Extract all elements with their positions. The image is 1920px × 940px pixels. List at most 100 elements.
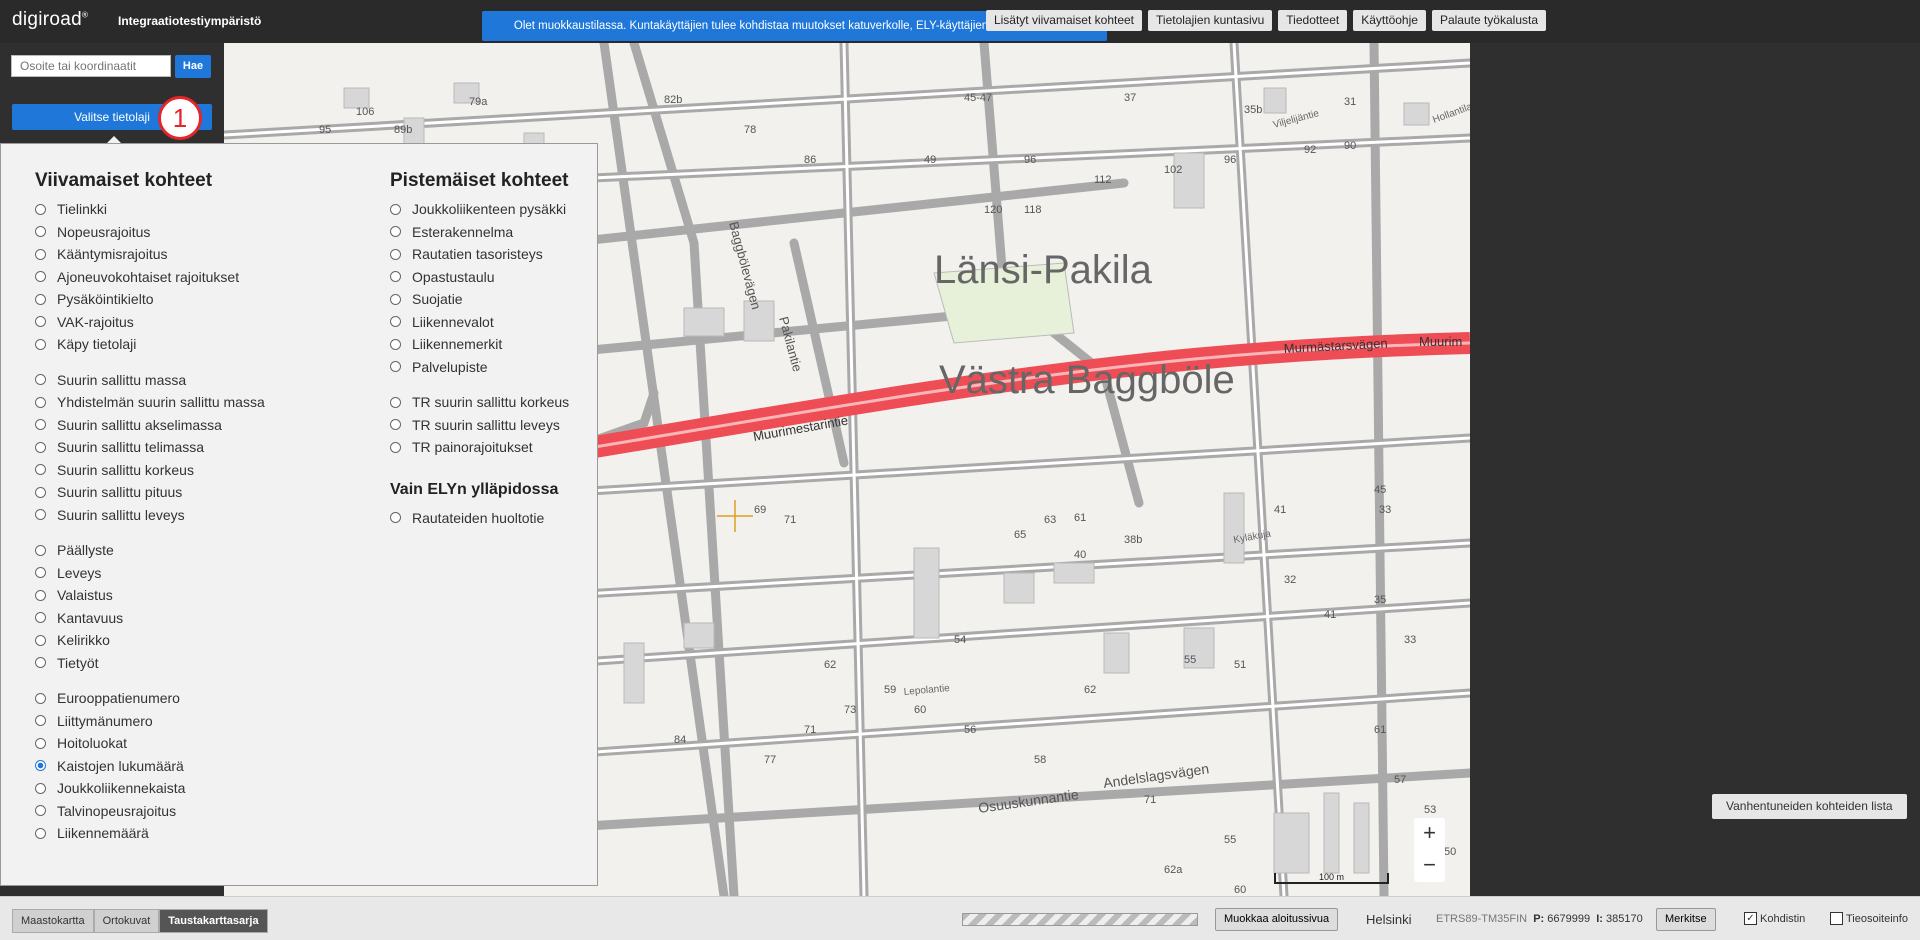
layer-option[interactable]: Hoitoluokat: [35, 732, 265, 755]
layer-option[interactable]: Valaistus: [35, 584, 265, 607]
radio-button[interactable]: [35, 737, 46, 749]
user-guide-button[interactable]: Käyttöohje: [1353, 10, 1426, 31]
layer-option[interactable]: Yhdistelmän suurin sallittu massa: [35, 391, 265, 414]
layer-option[interactable]: Eurooppatienumero: [35, 687, 265, 710]
layer-option[interactable]: Ajoneuvokohtaiset rajoitukset: [35, 266, 265, 289]
layer-option[interactable]: Liittymänumero: [35, 710, 265, 733]
loading-progress-bar: [962, 913, 1198, 926]
tab-taustakarttasarja[interactable]: Taustakarttasarja: [159, 909, 268, 933]
layer-option[interactable]: TR painorajoitukset: [390, 436, 569, 459]
radio-button[interactable]: [35, 589, 46, 601]
cursor-checkbox[interactable]: ✓: [1744, 912, 1757, 925]
layer-option[interactable]: Nopeusrajoitus: [35, 221, 265, 244]
radio-button[interactable]: [35, 419, 46, 431]
added-linear-features-button[interactable]: Lisätyt viivamaiset kohteet: [985, 10, 1143, 31]
layer-option[interactable]: Opastustaulu: [390, 266, 569, 289]
layer-option[interactable]: Joukkoliikenteen pysäkki: [390, 198, 569, 221]
radio-button[interactable]: [35, 396, 46, 408]
radio-button[interactable]: [390, 419, 401, 431]
radio-button[interactable]: [390, 441, 401, 453]
radio-button[interactable]: [35, 441, 46, 453]
layer-option[interactable]: Liikennemäärä: [35, 822, 265, 845]
layer-option[interactable]: Liikennemerkit: [390, 333, 569, 356]
radio-button[interactable]: [390, 338, 401, 350]
layer-option[interactable]: Suurin sallittu akselimassa: [35, 414, 265, 437]
zoom-in-button[interactable]: +: [1414, 818, 1445, 850]
layer-option[interactable]: Esterakennelma: [390, 221, 569, 244]
radio-button[interactable]: [35, 293, 46, 305]
layer-option[interactable]: Tielinkki: [35, 198, 265, 221]
mark-button[interactable]: Merkitse: [1656, 908, 1716, 931]
radio-button[interactable]: [390, 203, 401, 215]
layer-option[interactable]: Suurin sallittu massa: [35, 369, 265, 392]
layer-option[interactable]: Liikennevalot: [390, 311, 569, 334]
layer-option[interactable]: Kantavuus: [35, 607, 265, 630]
zoom-out-button[interactable]: −: [1414, 850, 1445, 882]
radio-button[interactable]: [35, 657, 46, 669]
layer-option[interactable]: Tietyöt: [35, 652, 265, 675]
radio-button[interactable]: [35, 203, 46, 215]
radio-button[interactable]: [390, 316, 401, 328]
radio-button[interactable]: [35, 634, 46, 646]
layer-option[interactable]: Joukkoliikennekaista: [35, 777, 265, 800]
layer-option[interactable]: VAK-rajoitus: [35, 311, 265, 334]
radio-button[interactable]: [390, 248, 401, 260]
layer-option[interactable]: Käpy tietolaji: [35, 333, 265, 356]
radio-button[interactable]: [35, 567, 46, 579]
municipality-page-button[interactable]: Tietolajien kuntasivu: [1148, 10, 1273, 31]
layer-option[interactable]: Leveys: [35, 562, 265, 585]
radio-button[interactable]: [390, 293, 401, 305]
radio-button[interactable]: [35, 782, 46, 794]
road-address-checkbox[interactable]: [1830, 912, 1843, 925]
radio-button[interactable]: [35, 374, 46, 386]
radio-button[interactable]: [390, 396, 401, 408]
edit-start-page-button[interactable]: Muokkaa aloitussivua: [1215, 908, 1339, 931]
layer-option[interactable]: Kaistojen lukumäärä: [35, 755, 265, 778]
layer-option-label: Hoitoluokat: [57, 735, 128, 752]
feedback-button[interactable]: Palaute työkalusta: [1431, 10, 1546, 31]
layer-option[interactable]: Suurin sallittu korkeus: [35, 459, 265, 482]
radio-button[interactable]: [35, 338, 46, 350]
layer-option[interactable]: Pysäköintikielto: [35, 288, 265, 311]
radio-button[interactable]: [35, 486, 46, 498]
layer-option[interactable]: Kääntymisrajoitus: [35, 243, 265, 266]
layer-option[interactable]: TR suurin sallittu leveys: [390, 414, 569, 437]
outdated-features-button[interactable]: Vanhentuneiden kohteiden lista: [1712, 794, 1907, 819]
search-input[interactable]: [11, 55, 171, 77]
layer-option[interactable]: Palvelupiste: [390, 356, 569, 379]
radio-button[interactable]: [35, 316, 46, 328]
radio-button[interactable]: [390, 512, 401, 524]
radio-button[interactable]: [35, 248, 46, 260]
radio-button[interactable]: [35, 805, 46, 817]
radio-button[interactable]: [35, 464, 46, 476]
radio-button[interactable]: [390, 226, 401, 238]
cursor-toggle[interactable]: ✓ Kohdistin: [1744, 912, 1805, 925]
layer-option[interactable]: Rautateiden huoltotie: [390, 507, 569, 530]
radio-button[interactable]: [390, 271, 401, 283]
layer-option[interactable]: Suurin sallittu leveys: [35, 504, 265, 527]
app-logo[interactable]: digiroad®: [12, 9, 88, 31]
radio-button[interactable]: [35, 692, 46, 704]
tab-maastokartta[interactable]: Maastokartta: [12, 909, 94, 933]
layer-option[interactable]: Kelirikko: [35, 629, 265, 652]
bulletins-button[interactable]: Tiedotteet: [1278, 10, 1348, 31]
radio-button[interactable]: [35, 509, 46, 521]
tab-ortokuvat[interactable]: Ortokuvat: [93, 909, 160, 933]
radio-button[interactable]: [390, 361, 401, 373]
radio-button[interactable]: [35, 827, 46, 839]
layer-option[interactable]: Talvinopeusrajoitus: [35, 800, 265, 823]
radio-button[interactable]: [35, 715, 46, 727]
layer-option[interactable]: Rautatien tasoristeys: [390, 243, 569, 266]
radio-button[interactable]: [35, 226, 46, 238]
radio-button[interactable]: [35, 612, 46, 624]
radio-button[interactable]: [35, 760, 46, 772]
layer-option[interactable]: Suojatie: [390, 288, 569, 311]
radio-button[interactable]: [35, 544, 46, 556]
search-button[interactable]: Hae: [175, 55, 211, 78]
radio-button[interactable]: [35, 271, 46, 283]
road-address-toggle[interactable]: Tieosoiteinfo: [1830, 912, 1908, 925]
layer-option[interactable]: Suurin sallittu telimassa: [35, 436, 265, 459]
layer-option[interactable]: TR suurin sallittu korkeus: [390, 391, 569, 414]
layer-option[interactable]: Päällyste: [35, 539, 265, 562]
layer-option[interactable]: Suurin sallittu pituus: [35, 481, 265, 504]
